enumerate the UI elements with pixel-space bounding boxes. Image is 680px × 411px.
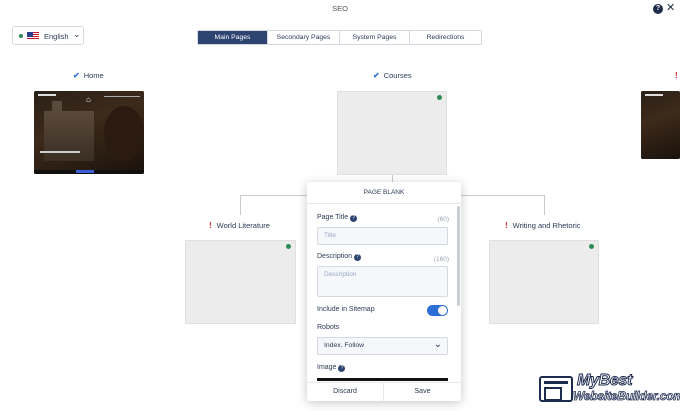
description-label: Description? [317, 253, 362, 261]
status-dot [589, 244, 594, 249]
description-input[interactable]: Description [317, 266, 448, 297]
page-label: Home [83, 71, 104, 80]
courses-page-card[interactable] [337, 91, 447, 175]
warning-icon: ! [505, 221, 508, 230]
tab-secondary-pages[interactable]: Secondary Pages [268, 31, 340, 44]
sitemap-label: Include in Sitemap [317, 306, 375, 313]
window-title: SEO [332, 4, 348, 13]
chevron-down-icon: ⌄ [433, 339, 442, 350]
top-bar: SEO ? ✕ [0, 0, 680, 20]
robots-select[interactable]: Index, Follow ⌄ [317, 337, 448, 355]
info-icon[interactable]: ? [354, 254, 362, 261]
home-page-thumbnail[interactable]: ⌂ [34, 91, 144, 174]
page-node-world-literature[interactable]: ! World Literature [209, 221, 270, 230]
thumbnail-building [44, 111, 94, 161]
page-label: Writing and Rhetoric [512, 221, 581, 230]
image-preview[interactable] [317, 378, 448, 381]
page-node-writing-rhetoric[interactable]: ! Writing and Rhetoric [505, 221, 580, 230]
world-literature-page-card[interactable] [185, 240, 296, 324]
language-label: English [44, 32, 69, 41]
image-label: Image? [317, 364, 346, 372]
us-flag-icon [27, 32, 39, 40]
page-type-tabs: Main Pages Secondary Pages System Pages … [197, 30, 482, 45]
status-dot [286, 244, 291, 249]
tree-connector [240, 195, 241, 215]
thumbnail-brand [645, 94, 663, 96]
thumbnail-nav [104, 96, 140, 97]
tab-system-pages[interactable]: System Pages [340, 31, 410, 44]
page-node-courses[interactable]: ✔ Courses [373, 71, 412, 80]
home-icon: ⌂ [86, 95, 91, 104]
popover-footer: Discard Save [307, 382, 461, 401]
thumbnail-brand [38, 94, 56, 96]
page-title-label: Page Title? [317, 214, 358, 222]
page-node-home[interactable]: ✔ Home [73, 71, 104, 80]
info-icon[interactable]: ? [338, 365, 346, 372]
check-icon: ✔ [73, 71, 80, 80]
browser-window-icon [539, 376, 573, 402]
warning-icon: ! [209, 221, 212, 230]
info-icon[interactable]: ? [350, 215, 358, 222]
writing-rhetoric-page-card[interactable] [489, 240, 599, 324]
page-title-input[interactable]: Title [317, 227, 448, 245]
page-seo-popover: PAGE BLANK Page Title? (60) Title Descri… [307, 182, 461, 401]
status-dot [437, 95, 442, 100]
description-char-limit: (160) [433, 256, 449, 263]
thumbnail-button [76, 170, 94, 173]
page-label: World Literature [216, 221, 270, 230]
sitemap-toggle[interactable] [427, 305, 448, 316]
popover-heading: PAGE BLANK [307, 182, 461, 204]
thumbnail-tree [104, 106, 144, 161]
thumbnail-text [40, 151, 80, 153]
tree-connector [544, 195, 545, 215]
discard-button[interactable]: Discard [307, 383, 384, 401]
watermark-line1: MyBest [576, 372, 633, 390]
help-icon[interactable]: ? [653, 4, 663, 14]
chevron-down-icon: ⌄ [73, 29, 81, 39]
watermark-logo: MyBest WebsiteBuilder.com [539, 372, 680, 406]
check-icon: ✔ [373, 71, 380, 80]
close-icon[interactable]: ✕ [666, 2, 675, 14]
robots-label: Robots [317, 324, 340, 331]
offscreen-page-thumbnail[interactable] [641, 91, 680, 159]
robots-value: Index, Follow [324, 342, 365, 349]
tab-main-pages[interactable]: Main Pages [198, 31, 268, 44]
page-title-char-limit: (60) [437, 216, 449, 223]
popover-scrollbar[interactable] [457, 206, 460, 306]
offscreen-warning-icon: ! [675, 71, 678, 80]
thumbnail-background [641, 91, 680, 159]
tab-redirections[interactable]: Redirections [410, 31, 481, 44]
page-label: Courses [383, 71, 412, 80]
language-status-dot [19, 34, 23, 38]
watermark-line2: WebsiteBuilder.com [573, 389, 680, 404]
save-button[interactable]: Save [384, 383, 461, 401]
language-selector[interactable]: English ⌄ [12, 26, 84, 45]
